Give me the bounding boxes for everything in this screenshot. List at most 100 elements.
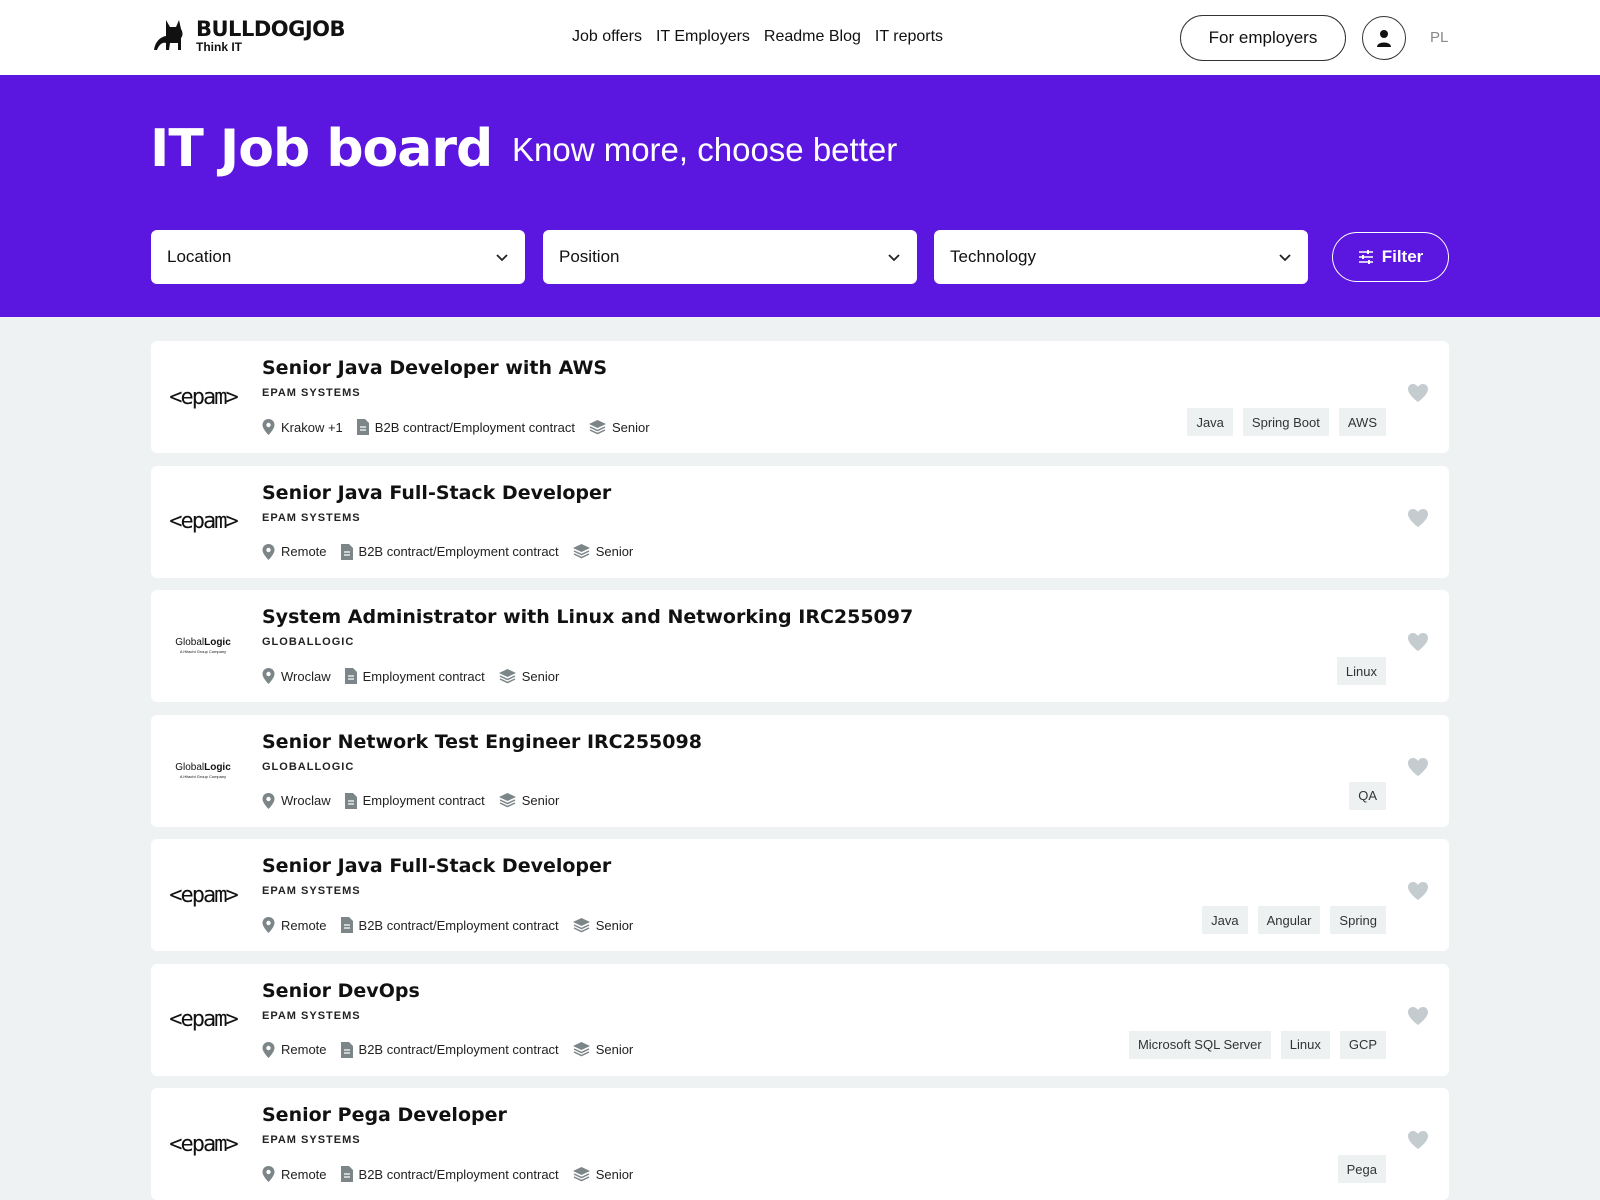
user-account-button[interactable] [1362,16,1406,60]
job-title[interactable]: Senior Network Test Engineer IRC255098 [262,731,702,753]
logo-name: BULLDOGJOB [196,17,346,41]
layers-icon [572,544,590,559]
heart-icon[interactable] [1407,632,1429,652]
tech-tag[interactable]: Spring Boot [1242,408,1329,436]
position-select-label: Position [559,247,620,266]
company-name: EPAM SYSTEMS [262,1134,361,1146]
tech-tag[interactable]: Pega [1337,1155,1386,1183]
job-contract: Employment contract [344,792,485,809]
job-level: Senior [572,917,634,933]
document-icon [340,543,353,560]
document-icon [344,668,357,684]
nav-it-employers[interactable]: IT Employers [656,28,750,46]
job-card[interactable]: <epam> Senior Java Full-Stack Developer … [151,465,1449,578]
filter-button-label: Filter [1381,247,1424,266]
heart-icon[interactable] [1407,383,1429,403]
job-title[interactable]: Senior DevOps [262,980,420,1002]
job-title[interactable]: System Administrator with Linux and Netw… [262,606,913,628]
job-meta: Remote B2B contract/Employment contract … [262,917,647,933]
heart-icon[interactable] [1407,508,1429,528]
tech-tag[interactable]: Java [1187,408,1233,436]
job-meta: Wroclaw Employment contract Senior [262,668,573,684]
job-level-text: Senior [595,544,634,559]
job-card[interactable]: GlobalLogic A Hitachi Group Company Senio… [151,714,1449,827]
page-title: IT Job board [150,119,493,179]
bulldog-icon [154,20,183,50]
epam-logo: <epam> [169,1007,238,1032]
nav-job-offers[interactable]: Job offers [572,28,642,46]
job-title[interactable]: Senior Java Full-Stack Developer [262,855,611,877]
job-card[interactable]: <epam> Senior Java Full-Stack Developer … [151,839,1449,951]
job-level-text: Senior [595,917,634,933]
technology-select[interactable]: Technology [934,230,1308,284]
company-name: GLOBALLOGIC [262,636,355,648]
tech-tag[interactable]: QA [1349,781,1386,810]
job-title[interactable]: Senior Pega Developer [262,1104,507,1126]
job-level: Senior [498,793,559,808]
tech-tag[interactable]: Spring [1330,906,1386,934]
job-title[interactable]: Senior Java Full-Stack Developer [262,482,611,504]
job-contract-text: B2B contract/Employment contract [358,917,559,933]
position-select[interactable]: Position [543,230,917,284]
job-card[interactable]: <epam> Senior DevOps EPAM SYSTEMS Remote… [151,963,1449,1076]
globallogic-logo-part: Global [175,637,205,648]
hero-banner: IT Job board Know more, choose better Lo… [0,75,1600,317]
layers-icon [572,1042,590,1057]
job-contract-text: B2B contract/Employment contract [374,419,575,435]
job-level-text: Senior [611,419,650,435]
tech-tag[interactable]: Angular [1257,906,1321,934]
globallogic-logo-sub: A Hitachi Group Company [179,649,227,654]
job-level: Senior [498,668,559,684]
job-tags: Linux [1336,657,1386,685]
job-contract-text: Employment contract [362,793,485,808]
heart-icon[interactable] [1407,1006,1429,1026]
bulldogjob-logo[interactable]: BULLDOGJOB Think IT [152,16,346,56]
for-employers-button[interactable]: For employers [1180,15,1346,61]
nav-readme-blog[interactable]: Readme Blog [764,28,861,46]
company-logo: GlobalLogic A Hitachi Group Company [163,612,243,680]
document-icon [356,419,369,435]
nav-it-reports[interactable]: IT reports [875,28,943,46]
job-level: Senior [572,1166,633,1182]
epam-logo: <epam> [169,384,238,410]
map-pin-icon [262,419,275,435]
job-location: Remote [262,543,327,560]
job-card[interactable]: <epam> Senior Java Developer with AWS EP… [151,341,1449,453]
company-name: EPAM SYSTEMS [262,885,361,897]
tech-tag[interactable]: Java [1202,906,1248,934]
job-contract: B2B contract/Employment contract [340,917,559,933]
layers-icon [498,668,516,683]
heart-icon[interactable] [1407,881,1429,901]
job-level: Senior [588,419,650,435]
technology-select-label: Technology [950,247,1037,266]
company-name: GLOBALLOGIC [262,760,355,773]
location-select[interactable]: Location [151,230,525,284]
filter-button[interactable]: Filter [1332,232,1449,282]
chevron-down-icon [888,254,900,262]
job-title[interactable]: Senior Java Developer with AWS [262,357,607,379]
job-contract: B2B contract/Employment contract [340,1166,559,1182]
job-meta: Remote B2B contract/Employment contract … [262,543,647,560]
tech-tag[interactable]: GCP [1339,1030,1386,1059]
company-logo: <epam> [163,986,243,1054]
tech-tag[interactable]: Linux [1280,1030,1330,1059]
tech-tag[interactable]: Microsoft SQL Server [1128,1030,1271,1059]
job-level: Senior [572,1042,633,1057]
map-pin-icon [262,668,275,684]
company-name: EPAM SYSTEMS [262,511,361,524]
heart-icon[interactable] [1407,1130,1429,1150]
document-icon [340,917,353,933]
company-logo: GlobalLogic A Hitachi Group Company [163,737,243,805]
chevron-down-icon [496,254,508,262]
tech-tag[interactable]: Linux [1336,657,1386,685]
layers-icon [498,793,516,808]
heart-icon[interactable] [1407,757,1429,777]
job-card[interactable]: GlobalLogic A Hitachi Group Company Syste… [151,590,1449,702]
map-pin-icon [262,1166,275,1182]
globallogic-logo-part: Global [175,761,205,773]
job-card[interactable]: <epam> Senior Pega Developer EPAM SYSTEM… [151,1088,1449,1200]
job-location: Wroclaw [262,668,331,684]
job-contract-text: B2B contract/Employment contract [358,1166,559,1182]
tech-tag[interactable]: AWS [1338,408,1386,436]
language-switch[interactable]: PL [1430,29,1448,46]
